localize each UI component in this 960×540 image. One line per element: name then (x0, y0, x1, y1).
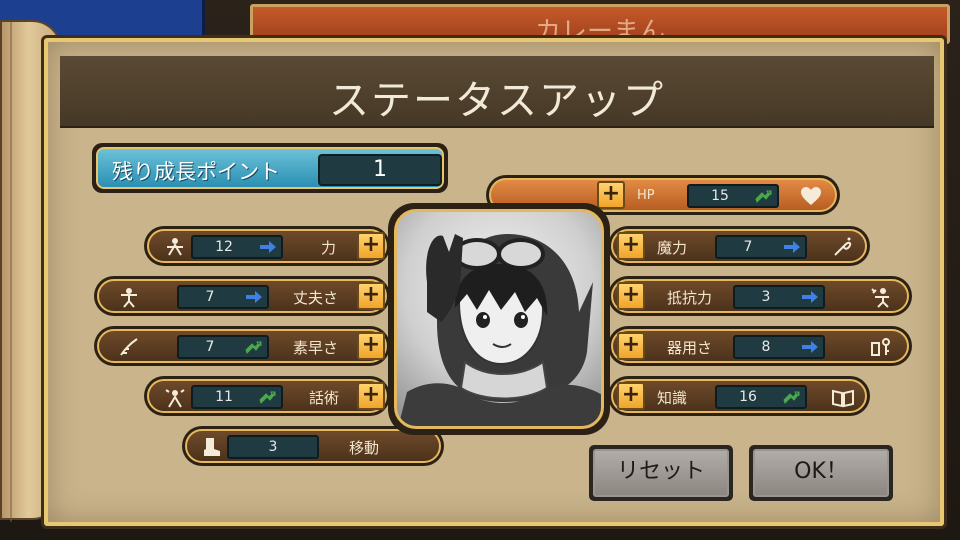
stat-value-movement: 3 (268, 439, 278, 455)
right-arrow-icon (802, 291, 818, 303)
growth-points-value: 1 (318, 154, 442, 186)
growth-points-panel: 残り成長ポイント 1 (92, 143, 448, 193)
stat-value-toughness: 7 (205, 289, 215, 305)
game-screen: カレーまん ステータスアップ 残り成長ポイント 1 + HP 15 12 力 +… (0, 0, 960, 540)
right-arrow-icon (260, 241, 276, 253)
title-bar: ステータスアップ (60, 56, 934, 128)
speech-icon (165, 389, 185, 408)
stat-label-magic: 魔力 (657, 239, 688, 257)
hp-plus-button[interactable]: + (597, 181, 625, 209)
speed-plus-button[interactable]: + (357, 332, 385, 360)
dexterity-plus-button[interactable]: + (617, 332, 645, 360)
knowledge-plus-button[interactable]: + (617, 382, 645, 410)
toughness-plus-button[interactable]: + (357, 282, 385, 310)
magic-plus-button[interactable]: + (617, 232, 645, 260)
stat-value-box-speech: 11 (191, 385, 283, 409)
stat-value-box-knowledge: 16 (715, 385, 807, 409)
stat-value-speed: 7 (205, 339, 215, 355)
resistance-icon (871, 288, 889, 308)
stat-value-hp: 15 (711, 188, 729, 204)
speech-plus-button[interactable]: + (357, 382, 385, 410)
stat-label-strength: 力 (321, 239, 337, 257)
reset-button[interactable]: リセット (589, 445, 733, 501)
stat-value-box-resistance: 3 (733, 285, 825, 309)
book-icon (832, 389, 854, 408)
stat-label-speech: 話術 (309, 389, 340, 407)
ok-button[interactable]: OK！ (749, 445, 893, 501)
stat-row-knowledge: + 知識 16 (608, 376, 870, 416)
stat-row-magic: + 魔力 7 (608, 226, 870, 266)
up-arrow-icon (259, 391, 276, 404)
stat-value-box-movement: 3 (227, 435, 319, 459)
stat-row-dexterity: + 器用さ 8 (608, 326, 912, 366)
boot-icon (204, 438, 220, 456)
strength-icon (167, 238, 183, 256)
magic-icon (834, 237, 852, 256)
stat-value-dexterity: 8 (761, 339, 771, 355)
speed-icon (120, 338, 138, 356)
right-arrow-icon (784, 241, 800, 253)
up-arrow-icon (245, 341, 262, 354)
dexterity-icon (871, 338, 890, 356)
stat-value-box-hp: 15 (687, 184, 779, 208)
stat-value-box-magic: 7 (715, 235, 807, 259)
right-arrow-icon (246, 291, 262, 303)
stat-value-resistance: 3 (761, 289, 771, 305)
stat-value-box-dexterity: 8 (733, 335, 825, 359)
stat-value-box-speed: 7 (177, 335, 269, 359)
stat-row-toughness: 7 丈夫さ + (94, 276, 390, 316)
stat-value-box-strength: 12 (191, 235, 283, 259)
character-portrait (388, 203, 610, 435)
page-title: ステータスアップ (329, 78, 665, 124)
heart-icon (801, 187, 821, 205)
stat-label-toughness: 丈夫さ (293, 289, 339, 307)
stat-label-resistance: 抵抗力 (667, 289, 713, 307)
stat-value-knowledge: 16 (739, 389, 757, 405)
up-arrow-icon (755, 190, 772, 203)
stat-label-knowledge: 知識 (657, 389, 688, 407)
stat-value-speech: 11 (215, 389, 233, 405)
toughness-icon (121, 288, 137, 308)
reset-button-label: リセット (593, 449, 729, 497)
character-avatar (398, 234, 601, 426)
up-arrow-icon (783, 391, 800, 404)
stat-label-movement: 移動 (349, 439, 380, 457)
resistance-plus-button[interactable]: + (617, 282, 645, 310)
stat-label-speed: 素早さ (293, 339, 339, 357)
stat-row-speech: 11 話術 + (144, 376, 390, 416)
stat-value-strength: 12 (215, 239, 233, 255)
stat-row-strength: 12 力 + (144, 226, 390, 266)
stat-value-box-toughness: 7 (177, 285, 269, 309)
right-arrow-icon (802, 341, 818, 353)
stat-label-hp: HP (637, 188, 655, 203)
stat-row-resistance: + 抵抗力 3 (608, 276, 912, 316)
stat-label-dexterity: 器用さ (667, 339, 713, 357)
ok-button-label: OK！ (753, 449, 889, 497)
growth-points-label: 残り成長ポイント (112, 160, 280, 184)
stat-row-speed: 7 素早さ + (94, 326, 390, 366)
strength-plus-button[interactable]: + (357, 232, 385, 260)
stat-value-magic: 7 (743, 239, 753, 255)
